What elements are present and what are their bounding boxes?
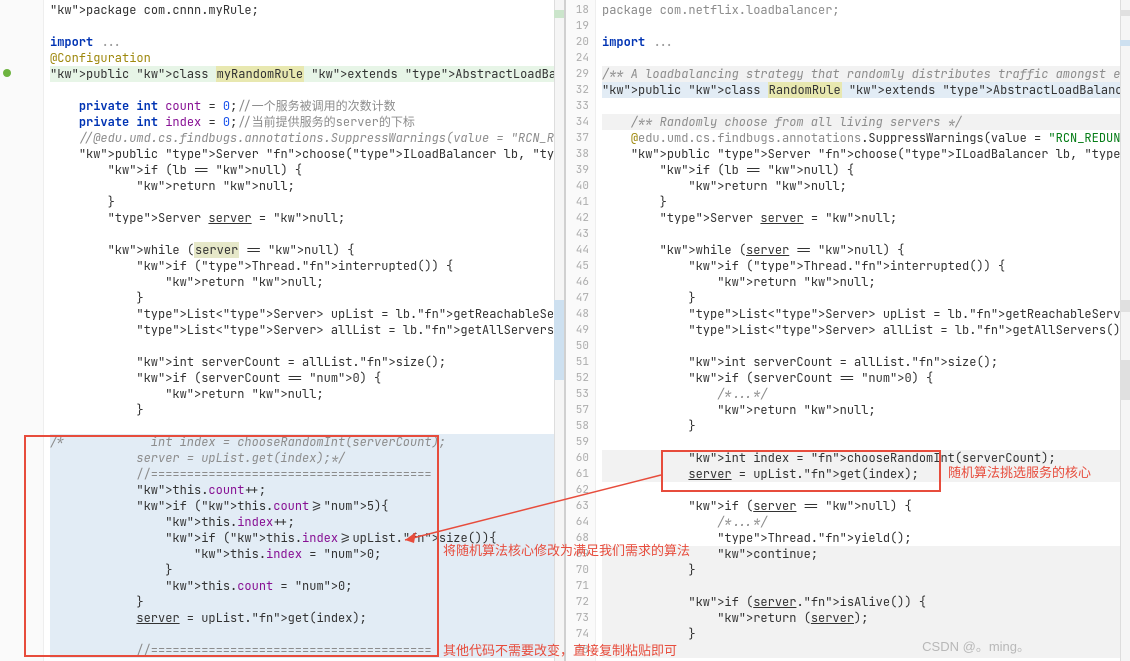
code-line[interactable]: "kw">if (serverCount == "num">0) { — [602, 370, 1130, 386]
code-line[interactable]: "kw">if ("kw">this.count>="num">5){ — [50, 498, 564, 514]
left-code-area[interactable]: "kw">package com.cnnn.myRule; import ...@… — [44, 0, 564, 661]
code-line[interactable]: //======================================… — [50, 466, 564, 482]
code-line[interactable] — [50, 418, 564, 434]
code-line[interactable]: } — [50, 402, 564, 418]
code-line[interactable]: server = upList.get(index);*/ — [50, 450, 564, 466]
code-line[interactable] — [602, 98, 1130, 114]
right-diff-marker-bar[interactable] — [1120, 0, 1130, 661]
right-code-area[interactable]: package com.netflix.loadbalancer; import … — [596, 0, 1130, 661]
code-line[interactable] — [50, 18, 564, 34]
code-line[interactable] — [602, 338, 1130, 354]
code-line[interactable]: "kw">if (lb == "kw">null) { — [602, 162, 1130, 178]
code-line[interactable]: "kw">continue; — [602, 546, 1130, 562]
left-icon-gutter — [0, 0, 14, 661]
code-line[interactable] — [602, 434, 1130, 450]
code-line[interactable]: //@edu.umd.cs.findbugs.annotations.Suppr… — [50, 130, 564, 146]
code-line[interactable] — [50, 226, 564, 242]
code-line[interactable]: } — [50, 562, 564, 578]
code-line[interactable]: "kw">if (lb == "kw">null) { — [50, 162, 564, 178]
code-line[interactable]: "kw">int serverCount = allList."fn">size… — [50, 354, 564, 370]
code-line[interactable]: "kw">while (server == "kw">null) { — [50, 242, 564, 258]
code-line[interactable]: } — [602, 194, 1130, 210]
code-line[interactable]: /*...*/ — [602, 514, 1130, 530]
code-line[interactable]: @Configuration — [50, 50, 564, 66]
code-line[interactable]: } — [602, 562, 1130, 578]
code-line[interactable]: "kw">int index = "fn">chooseRandomInt(se… — [602, 450, 1130, 466]
code-line[interactable]: "kw">public "type">Server "fn">choose("t… — [50, 146, 564, 162]
code-line[interactable]: /* int index = chooseRandomInt(serverCou… — [50, 434, 564, 450]
code-line[interactable]: /** Randomly choose from all living serv… — [602, 114, 1130, 130]
code-line[interactable]: "kw">return "kw">null; — [602, 274, 1130, 290]
code-line[interactable]: } — [50, 194, 564, 210]
code-line[interactable] — [602, 50, 1130, 66]
code-line[interactable]: @edu.umd.cs.findbugs.annotations.Suppres… — [602, 130, 1130, 146]
code-line[interactable]: } — [602, 626, 1130, 642]
code-line[interactable]: "type">List<"type">Server> upList = lb."… — [50, 306, 564, 322]
code-line[interactable] — [602, 578, 1130, 594]
right-editor[interactable]: 1819202429323334373839404142434445464748… — [566, 0, 1130, 661]
code-line[interactable]: "kw">this.count++; — [50, 482, 564, 498]
code-line[interactable]: private int count = 0;//一个服务被调用的次数计数 — [50, 98, 564, 114]
code-line[interactable]: "kw">package com.cnnn.myRule; — [50, 2, 564, 18]
code-line[interactable]: package com.netflix.loadbalancer; — [602, 2, 1130, 18]
code-line[interactable]: "type">List<"type">Server> allList = lb.… — [50, 322, 564, 338]
code-line[interactable]: } — [602, 290, 1130, 306]
code-line[interactable] — [602, 642, 1130, 658]
code-line[interactable]: "kw">if ("type">Thread."fn">interrupted(… — [50, 258, 564, 274]
code-line[interactable]: private int index = 0;//当前提供服务的server的下标 — [50, 114, 564, 130]
code-line[interactable]: "kw">while (server == "kw">null) { — [602, 242, 1130, 258]
code-line[interactable]: //======================================… — [50, 642, 564, 658]
code-line[interactable] — [50, 626, 564, 642]
code-line[interactable]: "kw">return (server); — [602, 610, 1130, 626]
code-line[interactable] — [602, 18, 1130, 34]
code-line[interactable]: "kw">if ("type">Thread."fn">interrupted(… — [602, 258, 1130, 274]
code-line[interactable]: server = upList."fn">get(index); — [602, 466, 1130, 482]
code-line[interactable]: "kw">public "kw">class RandomRule "kw">e… — [602, 82, 1130, 98]
code-line[interactable]: /** A loadbalancing strategy that random… — [602, 66, 1130, 82]
code-line[interactable]: import ... — [602, 34, 1130, 50]
code-line[interactable]: "kw">if (serverCount == "num">0) { — [50, 370, 564, 386]
code-line[interactable]: } — [602, 418, 1130, 434]
code-line[interactable]: "kw">if (server == "kw">null) { — [602, 498, 1130, 514]
code-line[interactable] — [50, 338, 564, 354]
code-line[interactable]: "type">Server server = "kw">null; — [602, 210, 1130, 226]
code-line[interactable]: "kw">return "kw">null; — [602, 402, 1130, 418]
code-line[interactable]: "type">List<"type">Server> allList = lb.… — [602, 322, 1130, 338]
code-line[interactable] — [602, 482, 1130, 498]
code-line[interactable]: "kw">if (server."fn">isAlive()) { — [602, 594, 1130, 610]
code-line[interactable]: "kw">return "kw">null; — [50, 178, 564, 194]
code-line[interactable]: "kw">return "kw">null; — [50, 274, 564, 290]
code-line[interactable]: "kw">if ("kw">this.index>=upList."fn">si… — [50, 530, 564, 546]
code-line[interactable]: import ... — [50, 34, 564, 50]
code-line[interactable]: "kw">public "type">Server "fn">choose("t… — [602, 146, 1130, 162]
code-line[interactable]: } — [50, 594, 564, 610]
code-line[interactable]: "kw">public "kw">class myRandomRule "kw"… — [50, 66, 564, 82]
diff-view: "kw">package com.cnnn.myRule;import ...@… — [0, 0, 1130, 661]
left-diff-marker-bar[interactable] — [554, 0, 564, 661]
code-line[interactable]: "kw">this.count = "num">0; — [50, 578, 564, 594]
bean-icon — [2, 66, 12, 82]
watermark: CSDN @。ming。 — [922, 636, 1030, 655]
code-line[interactable]: /*...*/ — [602, 386, 1130, 402]
code-line[interactable]: } — [50, 290, 564, 306]
code-line[interactable]: server = upList."fn">get(index); — [50, 610, 564, 626]
code-line[interactable]: "kw">return "kw">null; — [50, 386, 564, 402]
code-line[interactable]: "kw">int serverCount = allList."fn">size… — [602, 354, 1130, 370]
code-line[interactable]: "kw">this.index++; — [50, 514, 564, 530]
left-editor[interactable]: "kw">package com.cnnn.myRule; import ...@… — [0, 0, 564, 661]
code-line[interactable] — [50, 82, 564, 98]
code-line[interactable]: "kw">return "kw">null; — [602, 178, 1130, 194]
right-line-gutter: 1819202429323334373839404142434445464748… — [566, 0, 596, 661]
code-line[interactable]: "type">List<"type">Server> upList = lb."… — [602, 306, 1130, 322]
left-line-gutter — [14, 0, 44, 661]
code-line[interactable]: "kw">this.index = "num">0; — [50, 546, 564, 562]
code-line[interactable]: "type">Server server = "kw">null; — [50, 210, 564, 226]
code-line[interactable] — [602, 226, 1130, 242]
code-line[interactable]: "type">Thread."fn">yield(); — [602, 530, 1130, 546]
